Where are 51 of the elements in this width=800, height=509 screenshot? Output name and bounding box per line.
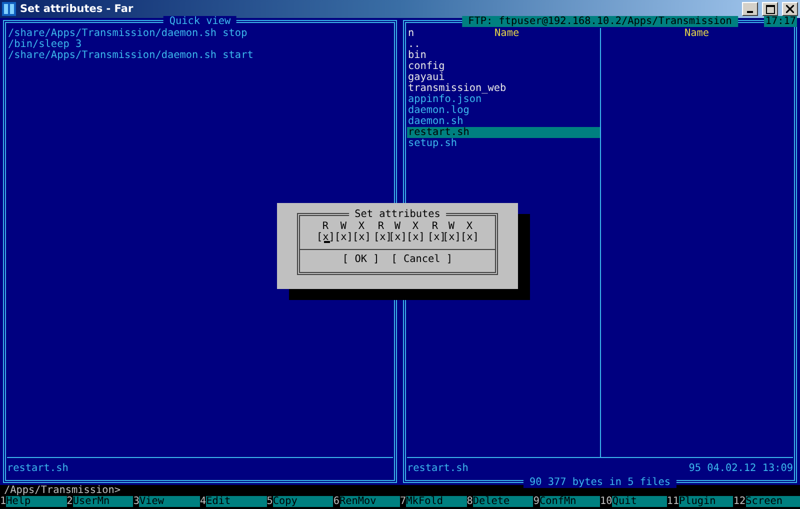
panel-title: Quick view [163, 16, 237, 27]
column-header[interactable]: n [407, 28, 414, 39]
dialog-title: Set attributes [348, 209, 446, 220]
file-name[interactable]: daemon.sh [407, 116, 600, 127]
column-header[interactable]: Name [684, 28, 710, 39]
file-name[interactable]: bin [407, 50, 600, 61]
dialog-button[interactable]: [ OK ] [342, 254, 380, 265]
file-name[interactable]: gayaui [407, 72, 600, 83]
permission-label: X [465, 221, 474, 232]
maximize-button[interactable] [762, 2, 778, 16]
permission-label: X [411, 221, 420, 232]
checkbox[interactable]: [x] [388, 232, 406, 243]
permission-label: R [321, 221, 330, 232]
checkbox[interactable]: [x] [442, 232, 460, 243]
checkbox[interactable]: [x] [406, 232, 424, 243]
file-name[interactable]: setup.sh [407, 138, 600, 149]
status-file-name: restart.sh [407, 463, 468, 474]
permission-label: W [393, 221, 402, 232]
maximize-icon [766, 4, 774, 14]
checkbox[interactable]: [x] [334, 232, 352, 243]
minimize-button[interactable] [742, 2, 758, 16]
file-info: 95 04.02.12 13:09 [688, 463, 793, 474]
file-content-line: /bin/sleep 3 [7, 39, 83, 50]
file-name[interactable]: daemon.log [407, 105, 600, 116]
file-name[interactable]: restart.sh [407, 127, 600, 138]
file-content-line: /share/Apps/Transmission/daemon.sh stop [7, 28, 248, 39]
file-content-line: /share/Apps/Transmission/daemon.sh start [7, 50, 254, 61]
panel-summary: 90 377 bytes in 5 files [523, 477, 677, 488]
panel-path: FTP: ftpuser@192.168.10.2/Apps/Transmission [462, 16, 738, 27]
permission-label: W [447, 221, 456, 232]
dialog-button[interactable]: [ Cancel ] [391, 254, 453, 265]
file-name[interactable]: appinfo.json [407, 94, 600, 105]
permission-label: W [339, 221, 348, 232]
close-button[interactable] [782, 2, 798, 16]
checkbox[interactable]: [x] [352, 232, 370, 243]
permission-label: X [357, 221, 366, 232]
permission-label: R [376, 221, 386, 232]
file-name[interactable]: transmission_web [407, 83, 600, 94]
file-name[interactable]: .. [407, 39, 600, 50]
checkbox[interactable]: [x] [374, 232, 388, 243]
checkbox[interactable]: [x] [460, 232, 478, 243]
app-icon [2, 2, 16, 16]
file-name[interactable]: config [407, 61, 600, 72]
close-icon [786, 5, 794, 13]
checkbox[interactable]: [x] [316, 232, 334, 243]
column-header[interactable]: Name [494, 28, 520, 39]
status-file-name: restart.sh [7, 463, 68, 474]
window-title: Set attributes - Far [20, 4, 134, 14]
permission-label: R [430, 221, 440, 232]
checkbox[interactable]: [x] [428, 232, 442, 243]
clock: 17:17 [764, 16, 797, 27]
